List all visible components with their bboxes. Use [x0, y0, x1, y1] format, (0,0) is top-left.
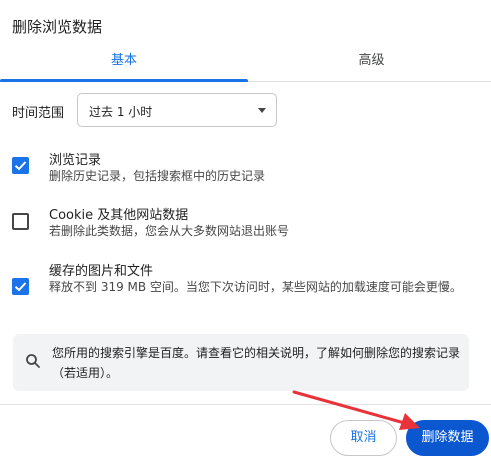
time-range-label: 时间范围: [12, 106, 65, 121]
delete-data-button[interactable]: 删除数据: [406, 420, 489, 456]
tab-basic[interactable]: 基本: [0, 44, 248, 82]
dropdown-caret-icon: [258, 108, 266, 113]
search-engine-info-text: 您所用的搜索引擎是百度。请查看它的相关说明，了解如何删除您的搜索记录（若适用）。: [52, 346, 461, 380]
option-description: 释放不到 319 MB 空间。当您下次访问时，某些网站的加载速度可能会更慢。: [49, 280, 462, 294]
search-icon: [25, 353, 41, 373]
cancel-button[interactable]: 取消: [330, 420, 397, 456]
time-range-value: 过去 1 小时: [89, 105, 153, 119]
checkmark-icon: [14, 282, 27, 292]
clear-browsing-data-dialog: 删除浏览数据 基本 高级 时间范围 过去 1 小时 浏览记录 删除历史记录，包括…: [0, 0, 491, 473]
search-engine-info: 您所用的搜索引擎是百度。请查看它的相关说明，了解如何删除您的搜索记录（若适用）。: [13, 334, 469, 391]
browsing-history-checkbox[interactable]: [12, 157, 29, 174]
time-range-select[interactable]: 过去 1 小时: [77, 93, 277, 127]
checkmark-icon: [14, 161, 27, 171]
footer-divider: [0, 404, 491, 405]
tab-advanced[interactable]: 高级: [252, 44, 491, 82]
active-tab-indicator: [0, 79, 248, 82]
dialog-title: 删除浏览数据: [12, 18, 103, 36]
cached-files-checkbox[interactable]: [12, 278, 29, 295]
option-description: 删除历史记录，包括搜索框中的历史记录: [49, 169, 266, 183]
option-description: 若删除此类数据，您会从大多数网站退出账号: [49, 224, 290, 238]
tab-bar: 基本 高级: [0, 44, 491, 82]
cookies-checkbox[interactable]: [12, 213, 29, 230]
